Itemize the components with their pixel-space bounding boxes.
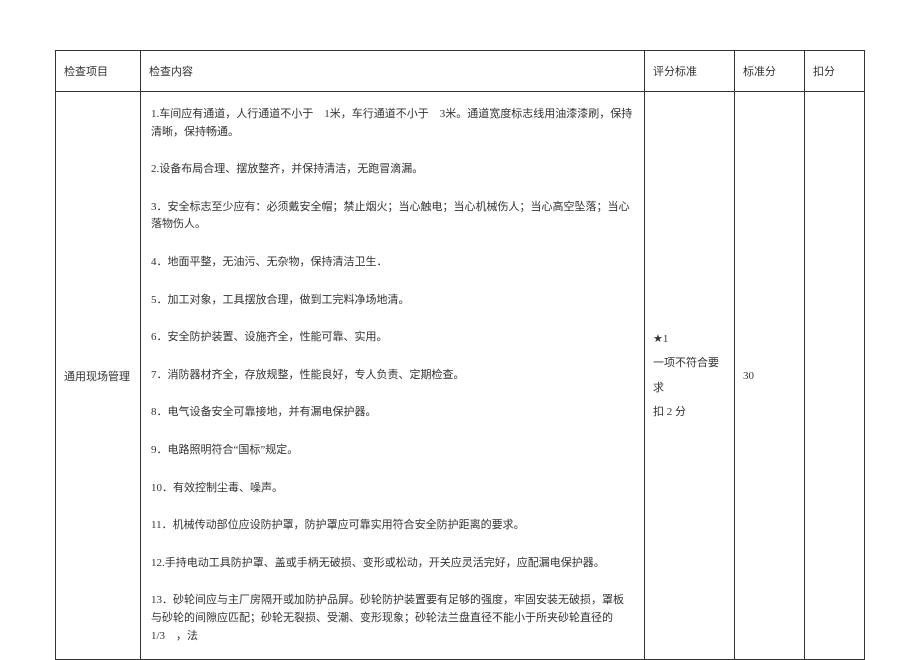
inspection-table: 检查项目 检查内容 评分标准 标准分 扣分 通用现场管理 1.车间应有通道，人行… xyxy=(55,50,865,660)
header-content: 检查内容 xyxy=(141,51,645,92)
cell-project: 通用现场管理 xyxy=(56,92,141,660)
header-deduct: 扣分 xyxy=(805,51,865,92)
document-page: 检查项目 检查内容 评分标准 标准分 扣分 通用现场管理 1.车间应有通道，人行… xyxy=(0,0,920,660)
cell-criteria: ★1 一项不符合要求 扣 2 分 xyxy=(645,92,735,660)
content-item: 1.车间应有通道，人行通道不小于 1米，车行通道不小于 3米。通道宽度标志线用油… xyxy=(151,106,634,141)
cell-deduct xyxy=(805,92,865,660)
content-item: 13．砂轮间应与主厂房隔开或加防护品屏。砂轮防护装置要有足够的强度，牢固安装无破… xyxy=(151,592,634,645)
content-item: 5．加工对象，工具摆放合理，做到工完料净场地清。 xyxy=(151,292,634,310)
content-item: 8．电气设备安全可靠接地，并有漏电保护器。 xyxy=(151,404,634,422)
table-row: 通用现场管理 1.车间应有通道，人行通道不小于 1米，车行通道不小于 3米。通道… xyxy=(56,92,865,660)
cell-content: 1.车间应有通道，人行通道不小于 1米，车行通道不小于 3米。通道宽度标志线用油… xyxy=(141,92,645,660)
header-score: 标准分 xyxy=(735,51,805,92)
content-item: 2.设备布局合理、摆放整齐，并保持清洁，无跑冒滴漏。 xyxy=(151,161,634,179)
content-item: 7．消防器材齐全，存放规整，性能良好，专人负责、定期检查。 xyxy=(151,367,634,385)
criteria-line: ★1 xyxy=(653,327,726,351)
header-project: 检查项目 xyxy=(56,51,141,92)
content-item: 10．有效控制尘毒、噪声。 xyxy=(151,480,634,498)
table-header-row: 检查项目 检查内容 评分标准 标准分 扣分 xyxy=(56,51,865,92)
cell-score: 30 xyxy=(735,92,805,660)
content-item: 6．安全防护装置、设施齐全，性能可靠、实用。 xyxy=(151,329,634,347)
content-item: 12.手持电动工具防护罩、盖或手柄无破损、变形或松动，开关应灵活完好，应配漏电保… xyxy=(151,555,634,573)
content-item: 11．机械传动部位应设防护罩，防护罩应可靠实用符合安全防护距离的要求。 xyxy=(151,517,634,535)
content-item: 4．地面平整，无油污、无杂物，保持清洁卫生． xyxy=(151,254,634,272)
criteria-line: 扣 2 分 xyxy=(653,400,726,424)
content-item: 3．安全标志至少应有：必须戴安全帽；禁止烟火；当心触电；当心机械伤人；当心高空坠… xyxy=(151,199,634,234)
content-item: 9．电路照明符合“国标”规定。 xyxy=(151,442,634,460)
criteria-line: 一项不符合要求 xyxy=(653,351,726,399)
header-criteria: 评分标准 xyxy=(645,51,735,92)
